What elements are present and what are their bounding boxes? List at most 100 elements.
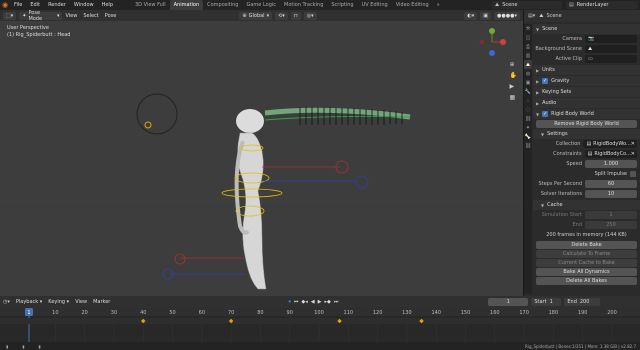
timeline[interactable]: 1 10 20 30 40 50 60 70 80 90 100 110 120 130 140 150 160…: [0, 308, 640, 342]
camera-field[interactable]: 📷: [585, 35, 637, 43]
pan-hand-icon[interactable]: ✋: [510, 72, 517, 79]
properties-editor-icon[interactable]: ▤▾: [528, 13, 535, 19]
gravity-checkbox[interactable]: ✓: [542, 78, 549, 84]
solver-field[interactable]: 10: [585, 190, 637, 198]
workspace-more-icon[interactable]: »: [433, 0, 444, 10]
record-icon[interactable]: ⏺: [288, 299, 291, 305]
bg-scene-field[interactable]: ⛰: [585, 45, 637, 53]
workspace-tab-motion-tracking[interactable]: Motion Tracking: [280, 0, 327, 10]
tab-physics[interactable]: ◌: [524, 105, 532, 114]
x-axis-handle[interactable]: [500, 39, 506, 45]
current-frame-field[interactable]: 1: [488, 298, 529, 306]
xray-button[interactable]: ▣: [480, 11, 492, 20]
play-icon[interactable]: ▶: [318, 299, 322, 305]
menu-keying[interactable]: Keying ▾: [48, 299, 69, 305]
workspace-tab-animation[interactable]: Animation: [169, 0, 204, 10]
scene-selector[interactable]: ⛰ Scene: [492, 1, 562, 9]
bake-all-dynamics-button[interactable]: Bake All Dynamics: [536, 268, 637, 276]
neg-x-axis-handle[interactable]: [479, 39, 485, 45]
panel-scene[interactable]: ▼ Scene: [533, 24, 640, 34]
menu-edit[interactable]: Edit: [26, 0, 44, 10]
blender-logo-icon[interactable]: ◉: [0, 0, 10, 10]
close-icon[interactable]: ✕: [631, 141, 635, 147]
navigation-gizmo[interactable]: [477, 27, 507, 57]
tab-view-layer[interactable]: ▥: [524, 51, 532, 60]
tab-bone-constraints[interactable]: ⛓: [524, 141, 532, 150]
editor-type-button[interactable]: ⬚▾: [3, 11, 17, 20]
tab-world[interactable]: ◍: [524, 69, 532, 78]
next-keyframe-icon[interactable]: ▸◆: [324, 299, 330, 305]
transform-orientation-dropdown[interactable]: ⊕ Global ▾: [239, 11, 273, 20]
workspace-tab-scripting[interactable]: Scripting: [327, 0, 357, 10]
workspace-tab-game-logic[interactable]: Game Logic: [242, 0, 280, 10]
end-frame-field[interactable]: End 200: [564, 298, 601, 306]
panel-gravity[interactable]: ▶ ✓ Gravity: [533, 76, 640, 86]
constraints-field[interactable]: ▤ RigidBodyCo... ✕: [584, 150, 637, 158]
remove-rigid-body-world-button[interactable]: Remove Rigid Body World: [536, 120, 637, 128]
tab-object[interactable]: ▣: [524, 78, 532, 87]
workspace-tab-compositing[interactable]: Compositing: [203, 0, 242, 10]
calculate-to-frame-button[interactable]: Calculate To Frame: [536, 250, 637, 258]
menu-marker[interactable]: Marker: [93, 299, 110, 305]
delete-all-bakes-button[interactable]: Delete All Bakes: [536, 277, 637, 285]
scene-icon: ⛰: [588, 46, 593, 52]
jump-end-icon[interactable]: ⏭: [334, 299, 339, 305]
panel-units[interactable]: ▶ Units: [533, 65, 640, 75]
delete-bake-button[interactable]: Delete Bake: [536, 241, 637, 249]
camera-view-icon[interactable]: ▶: [510, 83, 517, 90]
menu-render[interactable]: Render: [44, 0, 70, 10]
collection-field[interactable]: ▤ RigidBodyWo... ✕: [583, 140, 637, 148]
tab-bone[interactable]: 🦴: [524, 132, 532, 141]
prev-keyframe-icon[interactable]: ◆◂: [301, 299, 307, 305]
tab-particles[interactable]: ∴: [524, 96, 532, 105]
start-frame-field[interactable]: Start 1: [531, 298, 562, 306]
timeline-editor-icon[interactable]: ◷▾: [3, 299, 10, 305]
tab-modifiers[interactable]: 🔧: [524, 87, 532, 96]
y-axis-handle[interactable]: [489, 28, 495, 34]
active-clip-field[interactable]: ▭: [585, 55, 637, 63]
tab-output[interactable]: ⎙: [524, 42, 532, 51]
jump-start-icon[interactable]: ⏮: [294, 299, 299, 305]
viewport-overlays-button[interactable]: ◐▾: [464, 11, 478, 20]
snap-button[interactable]: ⊓: [290, 11, 301, 20]
tab-tool[interactable]: ⚒: [524, 24, 532, 33]
3d-viewport[interactable]: User Perspective (1) Rig_Spiderbutt : He…: [0, 21, 523, 296]
shading-buttons[interactable]: ●●●●▾: [494, 11, 520, 20]
menu-pose[interactable]: Pose: [105, 13, 117, 19]
menu-select[interactable]: Select: [83, 13, 98, 19]
steps-field[interactable]: 60: [585, 180, 637, 188]
panel-keying-sets[interactable]: ▶ Keying Sets: [533, 87, 640, 97]
tab-data[interactable]: ✦: [524, 123, 532, 132]
menu-file[interactable]: File: [10, 0, 26, 10]
menu-help[interactable]: Help: [98, 0, 117, 10]
sim-start-field[interactable]: 1: [585, 211, 637, 219]
speed-field[interactable]: 1.000: [585, 160, 637, 168]
zoom-icon[interactable]: ⊕: [510, 61, 517, 68]
workspace-tab-uv-editing[interactable]: UV Editing: [358, 0, 392, 10]
tab-constraints[interactable]: ⛓: [524, 114, 532, 123]
play-reverse-icon[interactable]: ◀: [311, 299, 315, 305]
pivot-point-button[interactable]: ⟲▾: [275, 11, 288, 20]
menu-view[interactable]: View: [75, 299, 87, 305]
menu-window[interactable]: Window: [70, 0, 98, 10]
tab-render[interactable]: ◫: [524, 33, 532, 42]
mode-dropdown[interactable]: ✦ Pose Mode ▾: [19, 10, 63, 22]
split-impulse-checkbox[interactable]: [630, 171, 636, 177]
panel-audio[interactable]: ▶ Audio: [533, 98, 640, 108]
z-axis-handle[interactable]: [489, 50, 495, 56]
render-layer-selector[interactable]: ▤ RenderLayer: [566, 1, 638, 9]
panel-cache[interactable]: ▼ Cache: [533, 200, 640, 210]
workspace-tab-video-editing[interactable]: Video Editing: [392, 0, 433, 10]
menu-playback[interactable]: Playback ▾: [16, 299, 42, 305]
menu-view[interactable]: View: [65, 13, 77, 19]
perspective-grid-icon[interactable]: ▦: [510, 94, 517, 101]
panel-settings[interactable]: ▼ Settings: [533, 129, 640, 139]
panel-rigid-body-world[interactable]: ▼ ✓ Rigid Body World: [533, 109, 640, 119]
rigid-body-world-checkbox[interactable]: ✓: [542, 111, 549, 117]
workspace-tab-3d-view-full[interactable]: 3D View Full: [131, 0, 170, 10]
tab-scene[interactable]: ⛰: [524, 60, 532, 69]
proportional-edit-button[interactable]: ◎▾: [303, 11, 317, 20]
current-cache-to-bake-button[interactable]: Current Cache to Bake: [536, 259, 637, 267]
close-icon[interactable]: ✕: [631, 151, 635, 157]
end-field[interactable]: 250: [585, 221, 637, 229]
